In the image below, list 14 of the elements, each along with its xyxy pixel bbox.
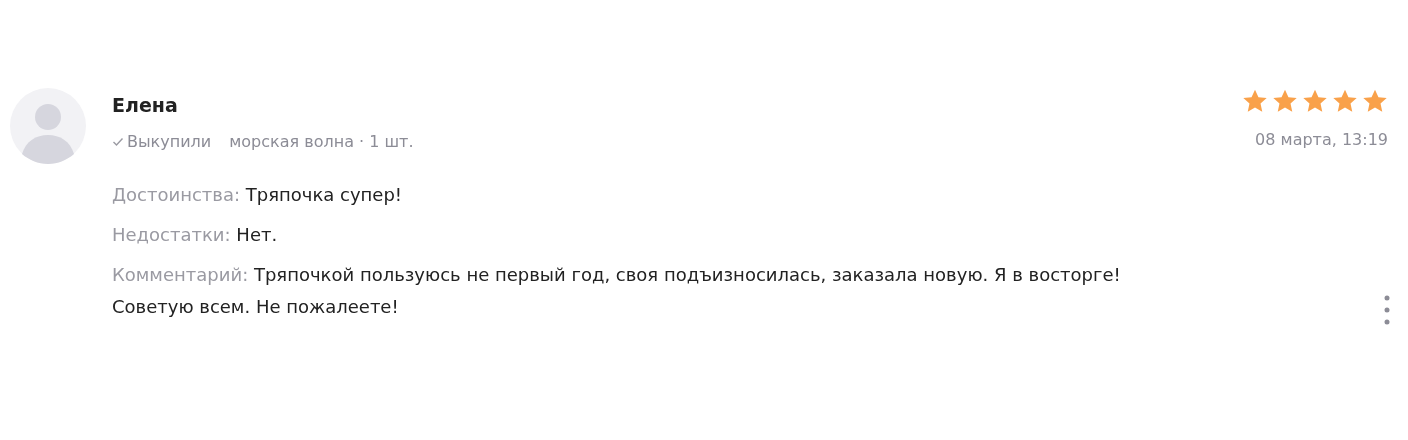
avatar-icon (10, 88, 86, 164)
review-date: 08 марта, 13:19 (1255, 130, 1388, 149)
author-name: Елена (112, 94, 179, 116)
review-field-text: Достоинства: Тряпочка супер! (112, 183, 404, 207)
purchase-status: Выкупили (127, 132, 212, 151)
star-icon (1272, 88, 1298, 114)
review-field-text: Комментарий: Тряпочкой пользуюсь не первый год, своя подъизносилась, заказала новую. Я в восторге! Советую всем. Не пожалеете! (112, 263, 1122, 319)
more-icon[interactable] (1384, 295, 1390, 325)
star-icon (1362, 88, 1388, 114)
review-field-text: Недостатки: Нет. (112, 223, 279, 247)
star-icon (1242, 88, 1268, 114)
star-icon (1302, 88, 1328, 114)
star-icon (1332, 88, 1358, 114)
variant-info: морская волна · 1 шт. (229, 132, 414, 151)
